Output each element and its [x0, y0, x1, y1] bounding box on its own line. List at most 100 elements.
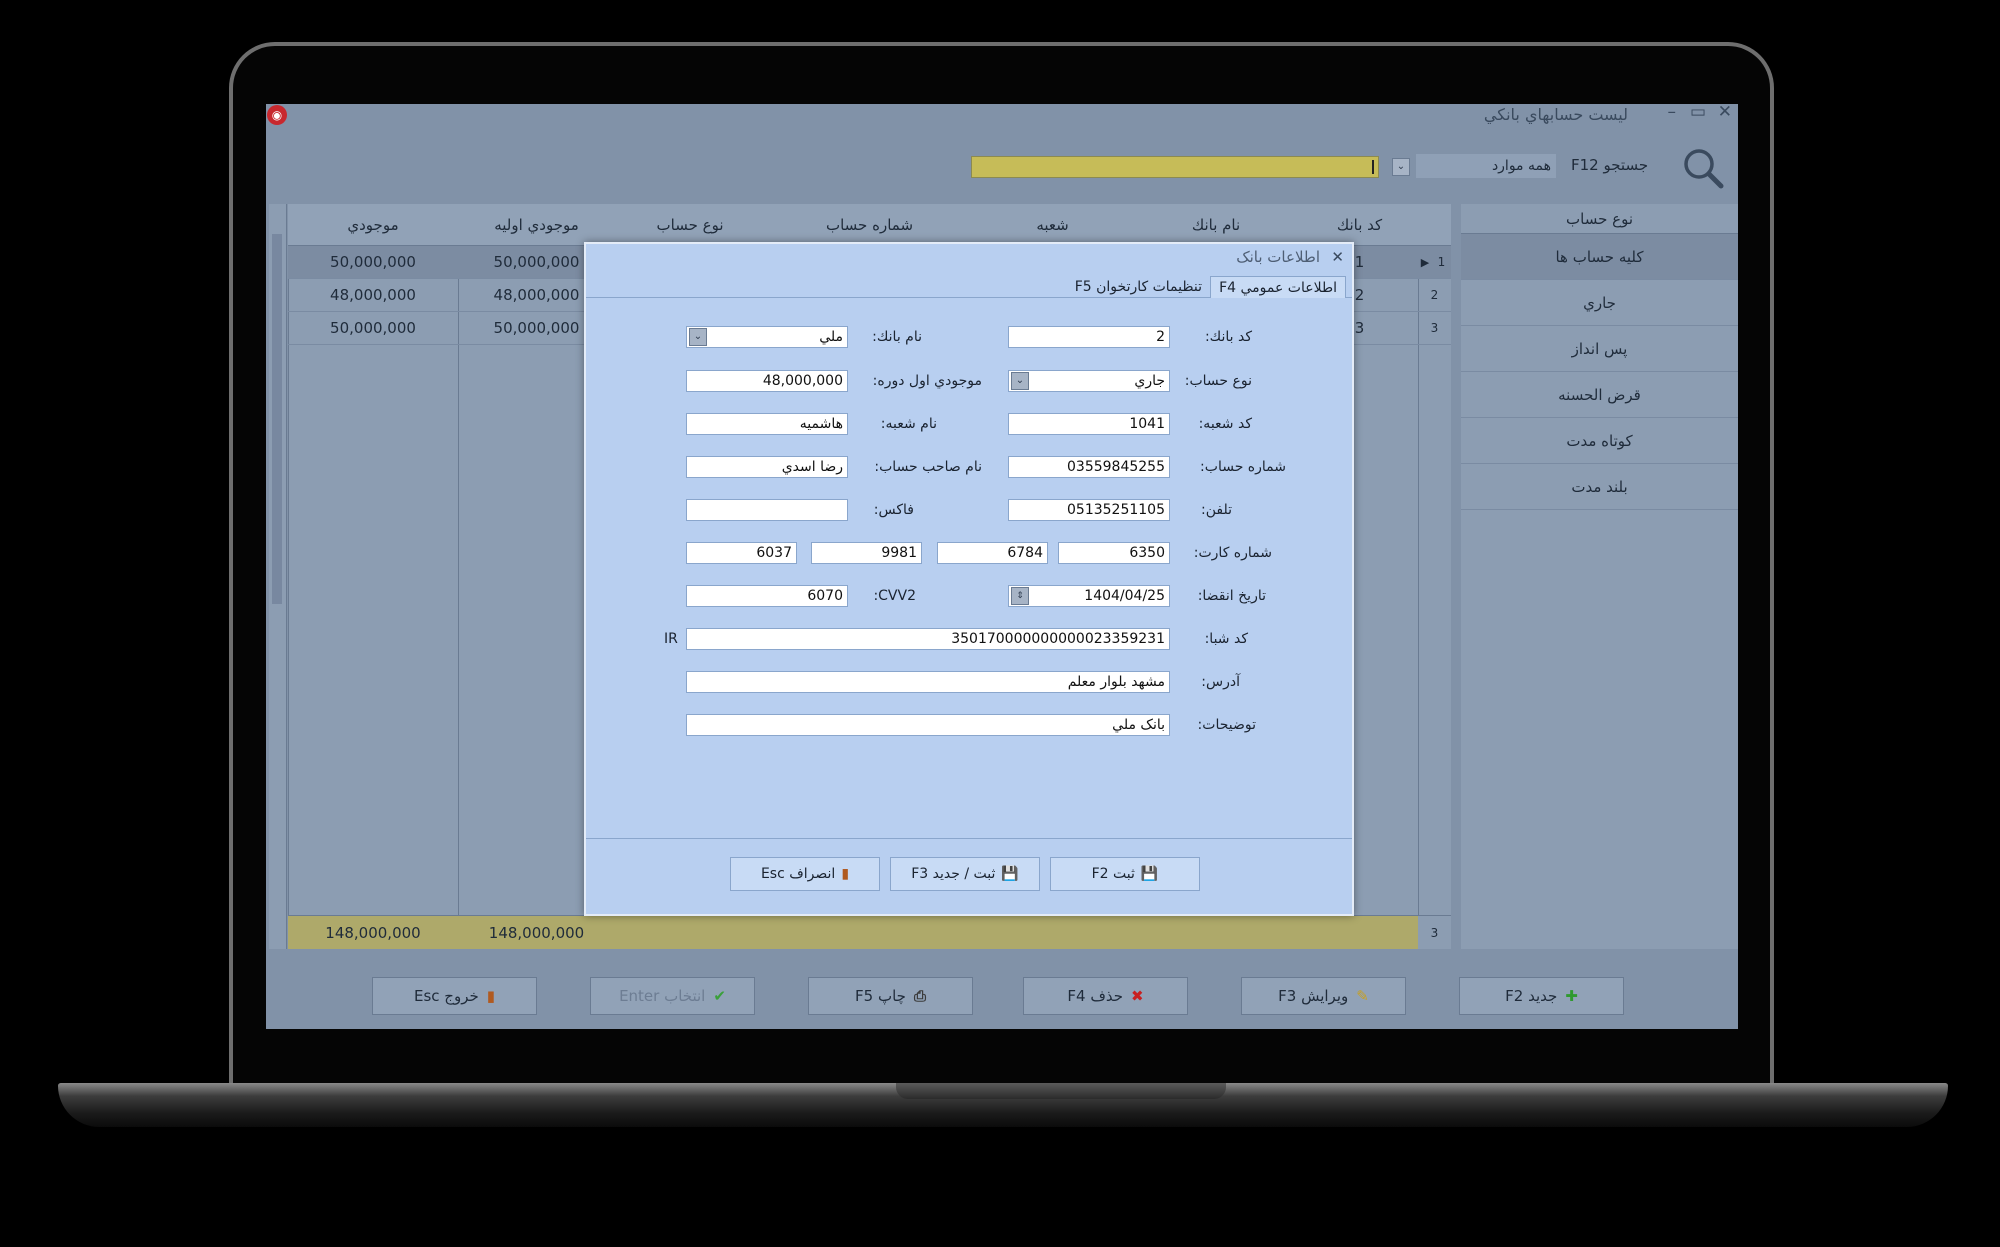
sidebar-item-all-accounts[interactable]: كليه حساب ها	[1461, 234, 1738, 280]
row-count: 3	[1418, 915, 1451, 949]
address-field[interactable]: مشهد بلوار معلم	[686, 671, 1170, 693]
expiry-date-label: تاريخ انقضا:	[1197, 588, 1266, 604]
column-header-account-type[interactable]: نوع حساب	[615, 204, 765, 246]
search-bar: ⌄ همه موارد جستجو F12	[266, 144, 1738, 194]
expiry-date-field[interactable]: ⇕ 1404/04/25	[1008, 585, 1170, 607]
sidebar-header: نوع حساب	[1461, 204, 1738, 234]
sidebar-item-gharz-al-hasaneh[interactable]: قرض الحسنه	[1461, 372, 1738, 418]
grid-scrollbar[interactable]	[269, 204, 287, 949]
column-header-bank-name[interactable]: نام بانك	[1131, 204, 1301, 246]
account-number-label: شماره حساب:	[1200, 459, 1286, 475]
dialog-close-icon[interactable]: ✕	[1331, 248, 1344, 266]
column-header-bank-code[interactable]: كد بانك	[1301, 204, 1418, 246]
bank-code-label: كد بانك:	[1204, 329, 1252, 345]
search-input[interactable]	[971, 156, 1379, 178]
card-number-part-1[interactable]: 6350	[1058, 542, 1170, 564]
card-number-part-2[interactable]: 6784	[937, 542, 1048, 564]
bottom-toolbar: ✚جديد F2 ✎ويرايش F3 ✖حذف F4 ⎙چاپ F5 ✔انت…	[266, 952, 1738, 1029]
column-header-initial-balance[interactable]: موجودي اوليه	[458, 204, 615, 246]
card-number-part-4[interactable]: 6037	[686, 542, 797, 564]
card-number-label: شماره كارت:	[1193, 545, 1272, 561]
column-header-account-number[interactable]: شماره حساب	[765, 204, 974, 246]
branch-code-field[interactable]: 1041	[1008, 413, 1170, 435]
row-number: 3	[1418, 312, 1451, 345]
notes-label: توضيحات:	[1197, 717, 1256, 733]
notes-field[interactable]: بانک ملي	[686, 714, 1170, 736]
column-header-balance[interactable]: موجودي	[288, 204, 458, 246]
sidebar-item-long-term[interactable]: بلند مدت	[1461, 464, 1738, 510]
delete-button[interactable]: ✖حذف F4	[1023, 977, 1188, 1015]
branch-code-label: كد شعبه:	[1198, 416, 1252, 432]
spinner-arrows-icon[interactable]: ⇕	[1011, 587, 1029, 605]
fax-field[interactable]	[686, 499, 848, 521]
delete-x-icon: ✖	[1131, 987, 1144, 1005]
card-number-part-3[interactable]: 9981	[811, 542, 922, 564]
sheba-field[interactable]: 350170000000000023359231	[686, 628, 1170, 650]
checkmark-icon: ✔	[713, 987, 726, 1005]
title-bar: ◉ ليست حسابهاي بانكي – ▭ ✕	[266, 104, 1738, 126]
laptop-notch	[896, 1083, 1226, 1099]
table-cell-balance[interactable]: 50,000,000	[288, 312, 458, 345]
cancel-button[interactable]: ▮انصراف Esc	[730, 857, 880, 891]
exit-button[interactable]: ▮خروج Esc	[372, 977, 537, 1015]
address-label: آدرس:	[1201, 674, 1240, 690]
plus-icon: ✚	[1565, 987, 1578, 1005]
new-button[interactable]: ✚جديد F2	[1459, 977, 1624, 1015]
account-type-label: نوع حساب:	[1184, 373, 1252, 389]
table-cell-balance[interactable]: 50,000,000	[288, 246, 458, 279]
opening-balance-label: موجودي اول دوره:	[872, 373, 982, 389]
opening-balance-field[interactable]: 48,000,000	[686, 370, 848, 392]
footer-empty	[615, 915, 1418, 949]
search-label: جستجو F12	[1571, 156, 1649, 174]
bank-name-select[interactable]: ⌄ ملي	[686, 326, 848, 348]
chevron-down-icon[interactable]: ⌄	[1011, 372, 1029, 390]
account-number-field[interactable]: 03559845255	[1008, 456, 1170, 478]
cvv2-label: CVV2:	[873, 588, 916, 604]
column-header-branch[interactable]: شعبه	[974, 204, 1131, 246]
exit-door-icon: ▮	[841, 866, 850, 882]
edit-button[interactable]: ✎ويرايش F3	[1241, 977, 1406, 1015]
dialog-footer: 💾ثبت F2 💾ثبت / جديد F3 ▮انصراف Esc	[586, 838, 1352, 914]
tab-general-info[interactable]: اطلاعات عمومي F4	[1210, 276, 1346, 298]
minimize-button[interactable]: –	[1668, 104, 1677, 122]
fax-label: فاكس:	[873, 502, 914, 518]
tab-pos-settings[interactable]: تنظيمات كارتخوان F5	[1067, 276, 1210, 298]
scrollbar-thumb[interactable]	[272, 234, 282, 604]
table-cell-balance[interactable]: 48,000,000	[288, 279, 458, 312]
text-caret	[1372, 160, 1374, 174]
sheba-label: كد شبا:	[1204, 631, 1248, 647]
app-logo-icon: ◉	[267, 105, 287, 125]
current-row-marker-icon: ▶	[1418, 246, 1432, 279]
search-scope-select[interactable]: همه موارد	[1416, 154, 1556, 178]
select-button[interactable]: ✔انتخاب Enter	[590, 977, 755, 1015]
search-scope-dropdown-button[interactable]: ⌄	[1392, 158, 1410, 176]
floppy-disk-icon: 💾	[1140, 866, 1159, 882]
bank-code-field[interactable]: 2	[1008, 326, 1170, 348]
restore-button[interactable]: ▭	[1690, 104, 1706, 122]
branch-name-field[interactable]: هاشميه	[686, 413, 848, 435]
owner-name-field[interactable]: رضا اسدي	[686, 456, 848, 478]
cvv2-field[interactable]: 6070	[686, 585, 848, 607]
close-button[interactable]: ✕	[1718, 104, 1732, 122]
sidebar-item-current[interactable]: جاري	[1461, 280, 1738, 326]
print-button[interactable]: ⎙چاپ F5	[808, 977, 973, 1015]
owner-name-label: نام صاحب حساب:	[874, 459, 982, 475]
bank-info-dialog: اطلاعات بانک ✕ اطلاعات عمومي F4 تنظيمات …	[584, 242, 1354, 916]
search-icon[interactable]	[1681, 146, 1725, 190]
account-type-sidebar: نوع حساب كليه حساب ها جاري پس انداز قرض …	[1461, 204, 1738, 949]
account-type-select[interactable]: ⌄ جاري	[1008, 370, 1170, 392]
sidebar-item-short-term[interactable]: كوتاه مدت	[1461, 418, 1738, 464]
bank-name-label: نام بانك:	[872, 329, 922, 345]
row-number: 2	[1418, 279, 1451, 312]
sheba-prefix: IR	[664, 631, 678, 647]
save-button[interactable]: 💾ثبت F2	[1050, 857, 1200, 891]
save-and-new-button[interactable]: 💾ثبت / جديد F3	[890, 857, 1040, 891]
sidebar-item-savings[interactable]: پس انداز	[1461, 326, 1738, 372]
window-title: ليست حسابهاي بانكي	[1483, 105, 1628, 124]
chevron-down-icon[interactable]: ⌄	[689, 328, 707, 346]
phone-label: تلفن:	[1201, 502, 1232, 518]
dialog-title: اطلاعات بانک	[1236, 248, 1320, 266]
app-window: ◉ ليست حسابهاي بانكي – ▭ ✕ ⌄ همه موارد ج…	[266, 104, 1738, 1029]
row-indicator-header	[1418, 204, 1451, 246]
phone-field[interactable]: 05135251105	[1008, 499, 1170, 521]
